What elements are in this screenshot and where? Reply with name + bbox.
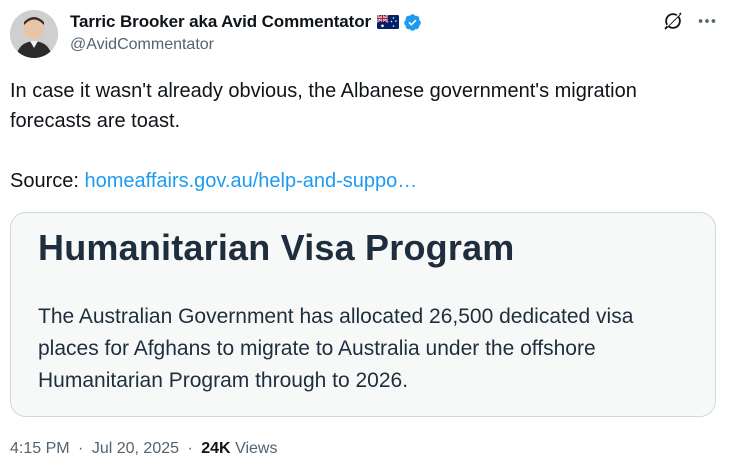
grok-icon[interactable] bbox=[662, 10, 684, 32]
link-preview-card[interactable]: Humanitarian Visa Program The Australian… bbox=[10, 212, 716, 417]
tweet-text-spacer bbox=[10, 136, 710, 166]
display-name-row: Tarric Brooker aka Avid Commentator bbox=[70, 10, 422, 34]
verified-badge-icon[interactable] bbox=[403, 13, 422, 32]
card-title: Humanitarian Visa Program bbox=[38, 227, 515, 268]
source-label: Source: bbox=[10, 170, 85, 192]
tweet-text-line: In case it wasn't already obvious, the A… bbox=[10, 80, 637, 132]
meta-separator: · bbox=[187, 440, 193, 457]
author-handle[interactable]: @AvidCommentator bbox=[70, 36, 422, 54]
card-body: The Australian Government has allocated … bbox=[38, 305, 634, 392]
source-link[interactable]: homeaffairs.gov.au/help-and-suppo… bbox=[84, 170, 417, 192]
more-options-icon[interactable] bbox=[696, 10, 718, 32]
header-actions bbox=[662, 10, 718, 32]
tweet-time[interactable]: 4:15 PM bbox=[10, 440, 70, 457]
australia-flag-icon bbox=[376, 14, 400, 29]
views-label: Views bbox=[235, 440, 278, 457]
tweet-meta: 4:15 PM · Jul 20, 2025 · 24K Views bbox=[10, 440, 277, 458]
tweet: Tarric Brooker aka Avid Commentator @Avi… bbox=[0, 0, 730, 466]
display-name[interactable]: Tarric Brooker aka Avid Commentator bbox=[70, 12, 371, 32]
tweet-header: Tarric Brooker aka Avid Commentator @Avi… bbox=[10, 8, 720, 62]
tweet-source-line: Source: homeaffairs.gov.au/help-and-supp… bbox=[10, 166, 710, 196]
views-count[interactable]: 24K bbox=[201, 440, 230, 457]
meta-separator: · bbox=[78, 440, 84, 457]
avatar-image bbox=[10, 10, 58, 58]
tweet-text: In case it wasn't already obvious, the A… bbox=[10, 76, 710, 196]
tweet-date[interactable]: Jul 20, 2025 bbox=[92, 440, 179, 457]
avatar[interactable] bbox=[10, 10, 58, 58]
author-names: Tarric Brooker aka Avid Commentator @Avi… bbox=[70, 10, 422, 54]
